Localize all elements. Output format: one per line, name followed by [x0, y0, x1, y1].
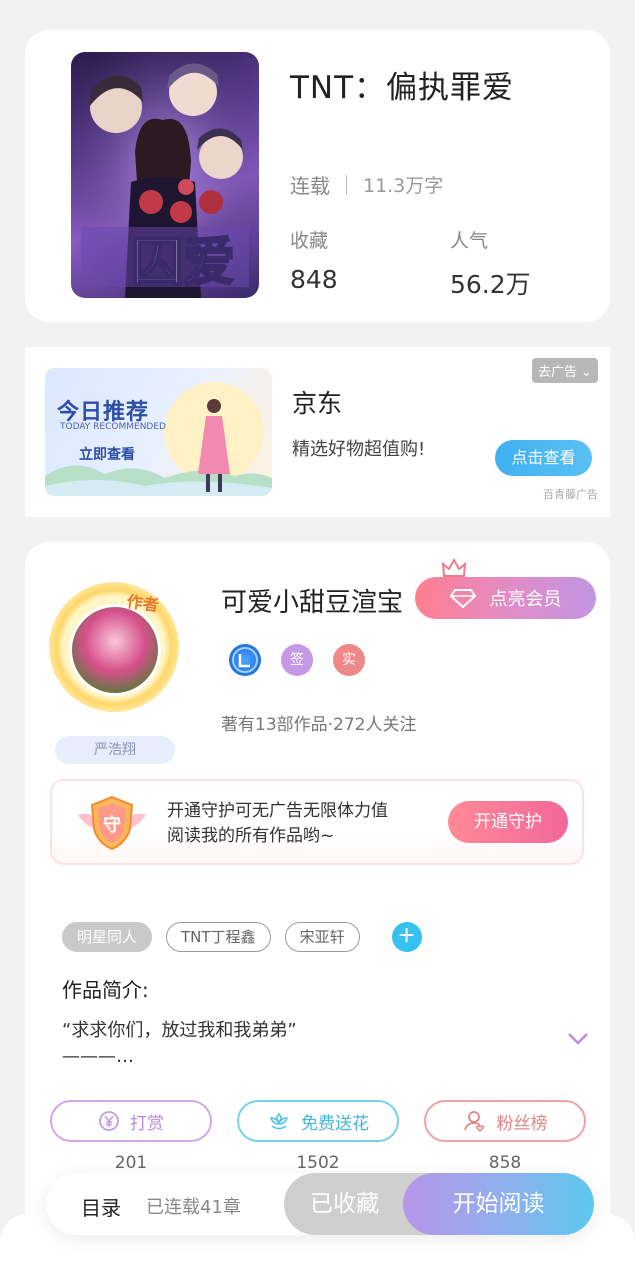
intro-line: ———…: [62, 1046, 134, 1067]
yen-icon: [99, 1111, 119, 1131]
intro-title: 作品简介:: [62, 978, 149, 1002]
author-name[interactable]: 可爱小甜豆渲宝: [221, 582, 403, 619]
send-flower-button[interactable]: 免费送花: [237, 1100, 399, 1142]
author-badges: 签 实: [229, 644, 365, 676]
vip-button-label: 点亮会员: [489, 589, 562, 610]
ad-source: 百青藤广告: [543, 488, 598, 501]
guard-description: 开通守护可无广告无限体力值 阅读我的所有作品哟~: [167, 799, 388, 849]
book-cover[interactable]: 囚爱: [71, 52, 259, 298]
ad-banner-girl: [198, 399, 230, 492]
fans-count: 858: [488, 1153, 522, 1173]
fans-rank-button[interactable]: 粉丝榜: [424, 1100, 586, 1142]
author-avatar-frame[interactable]: 作者: [49, 582, 179, 712]
cover-title-art: 囚爱: [131, 233, 235, 293]
avatar: [69, 604, 161, 696]
crown-icon: [441, 558, 467, 577]
ad-card[interactable]: 今日推荐 TODAY RECOMMENDED 立即查看 去广告 ⌄ 京东 精选好…: [25, 347, 610, 517]
intro-text[interactable]: “求求你们，放过我和我弟弟” ———…: [62, 1018, 532, 1070]
remove-ad-label: 去广告: [537, 365, 577, 380]
stat-value: 848: [290, 265, 338, 294]
reward-action: 打赏 201: [50, 1100, 212, 1173]
ad-banner[interactable]: 今日推荐 TODAY RECOMMENDED 立即查看: [45, 368, 272, 496]
ad-banner-cta[interactable]: 立即查看: [79, 444, 135, 464]
flower-action: 免费送花 1502: [237, 1100, 399, 1173]
author-pen-name: 严浩翔: [55, 736, 175, 764]
word-count: 11.3万字: [363, 175, 444, 197]
intro-line: “求求你们，放过我和我弟弟”: [62, 1020, 297, 1041]
author-tag: 作者: [125, 591, 160, 616]
author-meta: 著有13部作品·272人关注: [221, 715, 417, 735]
tag-item[interactable]: 宋亚轩: [284, 922, 360, 952]
stat-value: 56.2万: [450, 270, 531, 299]
ad-name: 京东: [292, 389, 343, 418]
stat-label: 人气: [450, 230, 489, 252]
flower-icon: [269, 1112, 289, 1130]
bottom-action-bar: 目录 已连载41章 已收藏 开始阅读: [46, 1173, 594, 1235]
tag-item[interactable]: TNT丁程鑫: [166, 922, 271, 952]
fans-action: 粉丝榜 858: [424, 1100, 586, 1173]
cover-illustration: 囚爱: [71, 52, 259, 298]
remove-ad-button[interactable]: 去广告 ⌄: [531, 358, 598, 383]
shield-icon: 守: [78, 795, 146, 851]
ad-banner-subtitle: TODAY RECOMMENDED: [60, 422, 166, 432]
flower-count: 1502: [296, 1153, 340, 1173]
divider: [346, 174, 347, 195]
ad-description: 精选好物超值购!: [292, 439, 426, 460]
add-tag-icon[interactable]: +: [391, 922, 422, 952]
diamond-icon: [449, 589, 476, 608]
guard-promo: 守 开通守护可无广告无限体力值 阅读我的所有作品哟~ 开通守护: [50, 779, 584, 865]
book-title: TNT：偏执罪爱: [290, 70, 515, 106]
chevron-down-icon: ⌄: [581, 365, 592, 380]
chapter-count[interactable]: 已连载41章: [146, 1193, 241, 1219]
stat-popularity: 人气 56.2万: [450, 226, 531, 301]
guard-text-line: 阅读我的所有作品哟~: [167, 826, 335, 846]
vip-button[interactable]: 点亮会员: [415, 577, 596, 619]
book-info-card: 囚爱 TNT：偏执罪爱 连载 11.3万字 收藏 848 人气 56.2万: [25, 30, 610, 322]
serial-status: 连载: [290, 174, 330, 198]
signed-badge[interactable]: 签: [281, 644, 313, 676]
ad-view-button[interactable]: 点击查看: [495, 440, 592, 476]
fans-rank-label: 粉丝榜: [496, 1113, 548, 1134]
shield-char: 守: [103, 814, 121, 836]
reward-count: 201: [114, 1153, 148, 1173]
chevron-down-icon[interactable]: [567, 1032, 589, 1046]
stat-label: 收藏: [290, 230, 329, 252]
toc-button[interactable]: 目录: [81, 1192, 121, 1221]
verified-badge[interactable]: 实: [333, 644, 365, 676]
send-flower-label: 免费送花: [301, 1113, 369, 1134]
start-reading-button[interactable]: 开始阅读: [403, 1173, 594, 1235]
author-actions: 打赏 201 免费送花 1502 粉丝榜 858: [50, 1100, 586, 1173]
book-tags: 明星同人 TNT丁程鑫 宋亚轩 +: [62, 922, 422, 952]
open-guard-button[interactable]: 开通守护: [448, 801, 568, 843]
book-status-row: 连载 11.3万字: [290, 170, 443, 199]
reward-button[interactable]: 打赏: [50, 1100, 212, 1142]
reward-label: 打赏: [130, 1113, 164, 1134]
guard-text-line: 开通守护可无广告无限体力值: [167, 801, 388, 821]
tag-item[interactable]: 明星同人: [62, 922, 153, 952]
level-badge-icon[interactable]: [229, 644, 261, 676]
fans-icon: [463, 1111, 484, 1133]
author-card: 作者 严浩翔 可爱小甜豆渲宝 点亮会员 签 实 著有13部作品·272人关注 守: [25, 542, 610, 1262]
stat-collections: 收藏 848: [290, 226, 338, 294]
